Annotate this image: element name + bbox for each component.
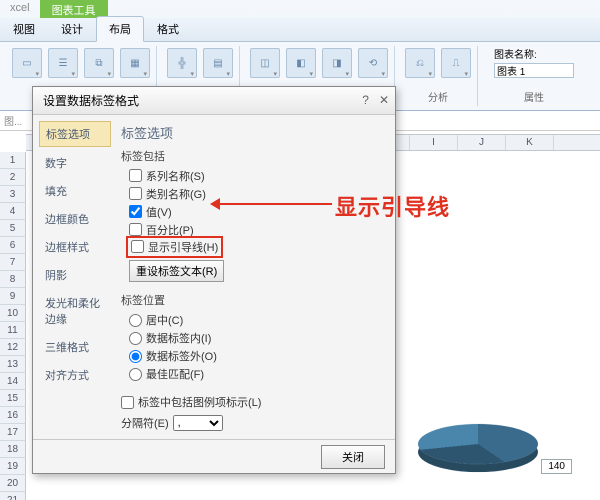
tab-layout[interactable]: 布局	[96, 16, 144, 42]
close-button[interactable]: 关闭	[321, 445, 385, 469]
row-head[interactable]: 15	[0, 390, 26, 407]
row-head[interactable]: 7	[0, 254, 26, 271]
tab-design[interactable]: 设计	[48, 16, 96, 42]
close-icon[interactable]: ✕	[379, 93, 389, 107]
row-head[interactable]: 16	[0, 407, 26, 424]
row-head[interactable]: 8	[0, 271, 26, 288]
chart-floor-button[interactable]: ◨	[322, 48, 352, 78]
chk-series[interactable]	[129, 169, 142, 182]
help-icon[interactable]: ?	[362, 93, 369, 107]
dlg-category[interactable]: 边框样式	[39, 235, 111, 259]
dlg-category[interactable]: 数字	[39, 151, 111, 175]
chk-category[interactable]	[129, 187, 142, 200]
pie-chart[interactable]	[418, 409, 538, 479]
dlg-category[interactable]: 发光和柔化边缘	[39, 291, 111, 331]
row-head[interactable]: 21	[0, 492, 26, 500]
callout-line	[214, 203, 332, 205]
panel-heading: 标签选项	[121, 123, 385, 142]
chart-title-button[interactable]: ▭	[12, 48, 42, 78]
analysis-button-2[interactable]: ⎍	[441, 48, 471, 78]
chk-legend-key[interactable]	[121, 396, 134, 409]
dlg-category[interactable]: 三维格式	[39, 335, 111, 359]
analysis-button-1[interactable]: ⎌	[405, 48, 435, 78]
row-head[interactable]: 9	[0, 288, 26, 305]
row-head[interactable]: 5	[0, 220, 26, 237]
row-head[interactable]: 1	[0, 152, 26, 169]
separator-label: 分隔符(E)	[121, 415, 169, 431]
chk-percent[interactable]	[129, 223, 142, 236]
data-label-1[interactable]: 140	[541, 459, 572, 474]
dlg-category[interactable]: 标签选项	[39, 121, 111, 147]
group-props: 属性	[524, 89, 544, 104]
row-head[interactable]: 11	[0, 322, 26, 339]
dialog-title: 设置数据标签格式	[43, 92, 139, 109]
group-analysis: 分析	[428, 89, 448, 104]
chartname-label: 图表名称:	[494, 46, 574, 61]
callout-text: 显示引导线	[335, 190, 450, 222]
row-head[interactable]: 12	[0, 339, 26, 356]
dlg-category[interactable]: 阴影	[39, 263, 111, 287]
radio-outside[interactable]	[129, 350, 142, 363]
row-head[interactable]: 20	[0, 475, 26, 492]
row-head[interactable]: 14	[0, 373, 26, 390]
data-labels-button[interactable]: ⧉	[84, 48, 114, 78]
chk-leader-lines[interactable]	[131, 240, 144, 253]
radio-inside[interactable]	[129, 332, 142, 345]
reset-label-text-button[interactable]: 重设标签文本(R)	[129, 260, 224, 282]
dlg-category[interactable]: 对齐方式	[39, 363, 111, 387]
tab-format[interactable]: 格式	[144, 16, 192, 42]
row-head[interactable]: 17	[0, 424, 26, 441]
axes-button[interactable]: ╬	[167, 48, 197, 78]
plot-area-button[interactable]: ◫	[250, 48, 280, 78]
dlg-category[interactable]: 填充	[39, 179, 111, 203]
row-head[interactable]: 6	[0, 237, 26, 254]
legend-button[interactable]: ☰	[48, 48, 78, 78]
gridlines-button[interactable]: ▤	[203, 48, 233, 78]
col-head[interactable]: K	[506, 135, 554, 150]
radio-center[interactable]	[129, 314, 142, 327]
chk-value[interactable]	[129, 205, 142, 218]
data-table-button[interactable]: ▦	[120, 48, 150, 78]
tab-view[interactable]: 视图	[0, 16, 48, 42]
row-head[interactable]: 10	[0, 305, 26, 322]
chart-wall-button[interactable]: ◧	[286, 48, 316, 78]
chartname-input[interactable]	[494, 63, 574, 78]
row-head[interactable]: 2	[0, 169, 26, 186]
position-title: 标签位置	[121, 292, 385, 308]
row-head[interactable]: 19	[0, 458, 26, 475]
row-head[interactable]: 13	[0, 356, 26, 373]
contains-title: 标签包括	[121, 148, 385, 164]
col-head[interactable]: J	[458, 135, 506, 150]
format-data-labels-dialog: 设置数据标签格式 ? ✕ 标签选项数字填充边框颜色边框样式阴影发光和柔化边缘三维…	[32, 86, 396, 474]
row-head[interactable]: 4	[0, 203, 26, 220]
row-head[interactable]: 18	[0, 441, 26, 458]
radio-bestfit[interactable]	[129, 368, 142, 381]
separator-select[interactable]: ,	[173, 415, 223, 431]
rotate-3d-button[interactable]: ⟲	[358, 48, 388, 78]
dlg-category[interactable]: 边框颜色	[39, 207, 111, 231]
col-head[interactable]: I	[410, 135, 458, 150]
row-head[interactable]: 3	[0, 186, 26, 203]
